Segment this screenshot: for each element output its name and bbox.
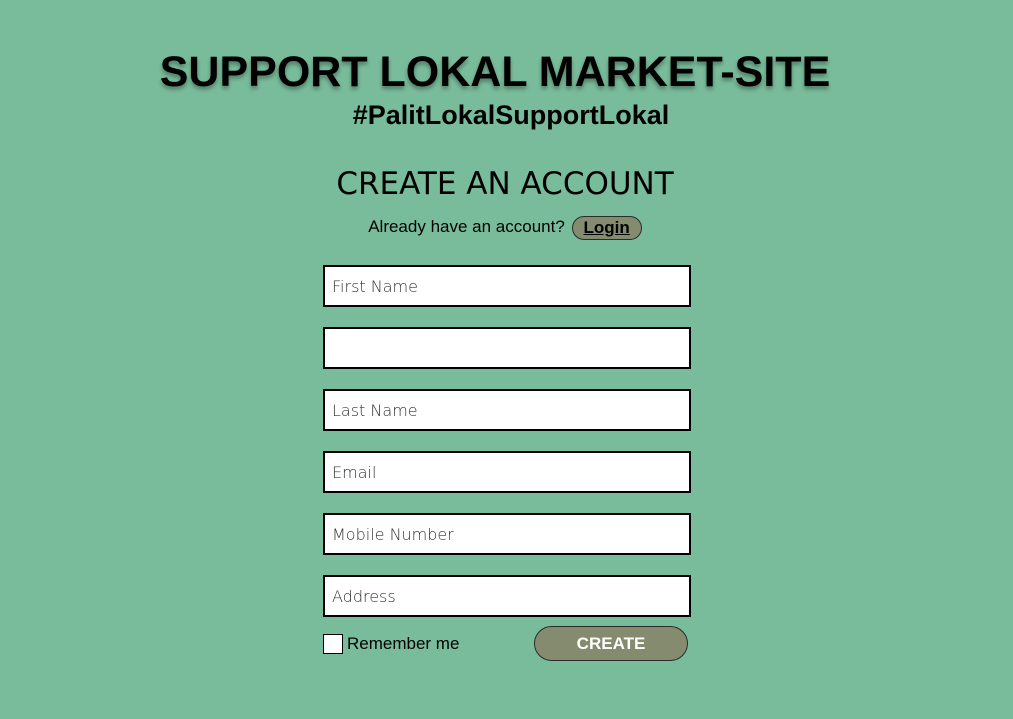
login-prompt-row: Already have an account? Login [0, 214, 1010, 240]
remember-me-label: Remember me [347, 634, 460, 653]
mobile-number-input[interactable] [323, 513, 691, 555]
remember-me-checkbox[interactable] [323, 634, 343, 654]
site-title: SUPPORT LOKAL MARKET-SITE [159, 48, 831, 96]
create-button[interactable]: CREATE [534, 626, 688, 661]
have-account-text: Already have an account? [368, 217, 565, 236]
email-input[interactable] [323, 451, 691, 493]
remember-me-row: Remember me [323, 633, 459, 655]
middle-name-input[interactable] [323, 327, 691, 369]
first-name-input[interactable] [323, 265, 691, 307]
form-title: CREATE AN ACCOUNT [336, 166, 674, 202]
login-button[interactable]: Login [571, 215, 642, 240]
address-input[interactable] [323, 575, 691, 617]
last-name-input[interactable] [323, 389, 691, 431]
site-hashtag: #PalitLokalSupportLokal [352, 100, 670, 130]
page: SUPPORT LOKAL MARKET-SITE #PalitLokalSup… [0, 0, 1013, 719]
